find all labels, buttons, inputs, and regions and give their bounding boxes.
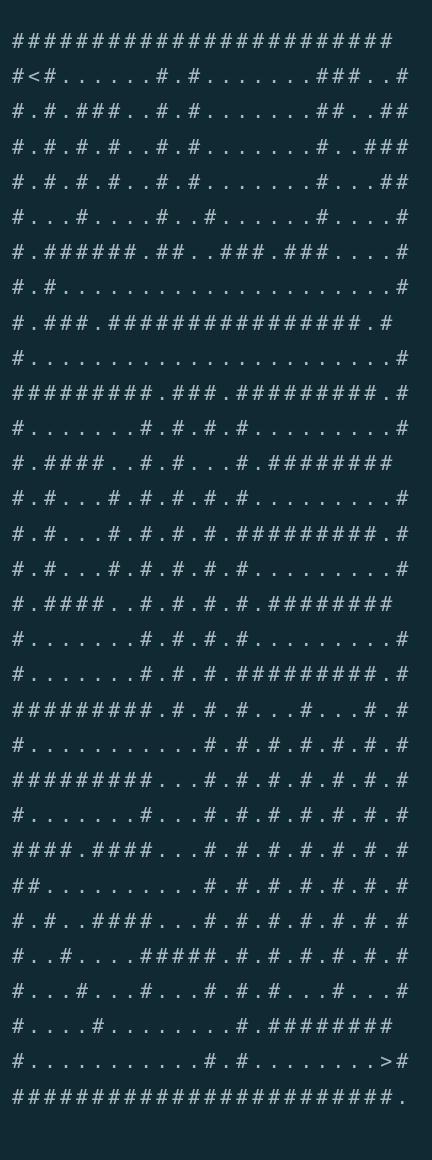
maze-row: #.......................# xyxy=(12,345,413,370)
maze-row: #.#..####...#.#.#.#.#.#.# xyxy=(12,908,413,933)
maze-row: #.###.################.# xyxy=(12,310,397,335)
maze-row: ######################## xyxy=(12,29,397,53)
maze-row: #..#....#####.#.#.#.#.#.# xyxy=(12,943,413,968)
maze-row: #.####..#.#.#.#.######## xyxy=(12,592,397,616)
maze-row: #....#........#.######## xyxy=(12,1014,397,1039)
maze-row: #########...#.#.#.#.#.#.# xyxy=(12,767,413,792)
maze-row: #.......#...#.#.#.#.#.#.# xyxy=(12,803,413,828)
maze-row: #.#.#.#..#.#.......#...## xyxy=(12,169,413,194)
maze-row: #.#...#.#.#.#.#########.# xyxy=(12,521,413,546)
maze-row: #.####..#.#...#.######## xyxy=(12,451,397,476)
maze-row: #########.#.#.#...#...#.# xyxy=(12,697,413,722)
maze-row: #.......#.#.#.#########.# xyxy=(12,662,413,687)
maze-row: #.#...#.#.#.#.#.........# xyxy=(12,556,413,581)
maze-row: #.......#.#.#.#.........# xyxy=(12,416,413,441)
maze-row: #...........#.#.#.#.#.#.# xyxy=(12,732,413,757)
maze-row: #.######.##..###.###....# xyxy=(12,240,413,265)
maze-row: ####.####...#.#.#.#.#.#.# xyxy=(12,838,413,863)
maze-row: #...#...#...#.#.#...#...# xyxy=(12,979,413,1004)
maze-row: ########################. xyxy=(12,1084,413,1109)
maze-row: #.......#.#.#.#.........# xyxy=(12,627,413,652)
maze-row: ##..........#.#.#.#.#.#.# xyxy=(12,873,413,898)
maze-row: #...........#.#........># xyxy=(12,1049,413,1074)
maze-row: #.#.#.#..#.#.......#..### xyxy=(12,134,413,159)
maze-row: #...#....#..#......#....# xyxy=(12,204,413,229)
maze-row: #<#......#.#.......###..# xyxy=(12,64,413,89)
maze-row: #########.###.#########.# xyxy=(12,380,413,405)
maze-grid: ######################## #<#......#.#...… xyxy=(12,24,420,1115)
maze-row: #.#.###..#.#.......##..## xyxy=(12,99,413,124)
maze-row: #.#.....................# xyxy=(12,275,413,300)
maze-row: #.#...#.#.#.#.#.........# xyxy=(12,486,413,511)
